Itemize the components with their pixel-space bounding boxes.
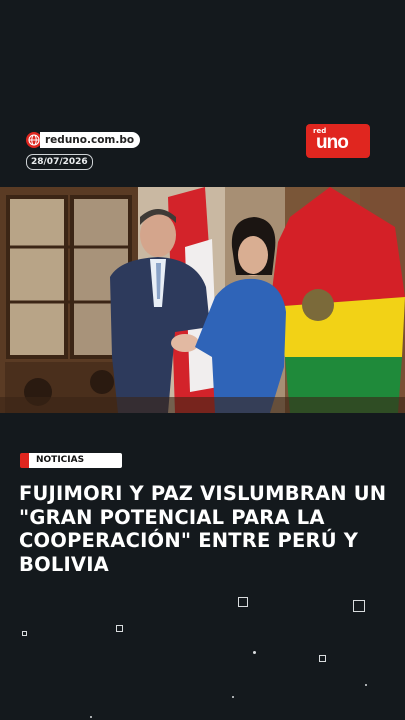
source-website[interactable]: reduno.com.bo bbox=[40, 132, 141, 148]
publish-date: 28/07/2026 bbox=[26, 154, 93, 170]
decorative-dot bbox=[253, 651, 256, 654]
decorative-dot bbox=[365, 684, 367, 686]
brand-logo: red uno bbox=[306, 124, 370, 158]
source-row: reduno.com.bo bbox=[26, 132, 141, 148]
decorative-square bbox=[353, 600, 365, 612]
headline: FUJIMORI Y PAZ VISLUMBRAN UN "GRAN POTEN… bbox=[19, 482, 387, 576]
decorative-dot bbox=[232, 696, 234, 698]
decorative-square bbox=[238, 597, 248, 607]
decorative-square bbox=[22, 631, 27, 636]
news-photo bbox=[0, 187, 405, 413]
logo-main-text: uno bbox=[316, 132, 349, 153]
category-badge: NOTICIAS bbox=[20, 453, 122, 468]
decorative-square bbox=[319, 655, 326, 662]
decorative-dot bbox=[90, 716, 92, 718]
decorative-square bbox=[116, 625, 123, 632]
